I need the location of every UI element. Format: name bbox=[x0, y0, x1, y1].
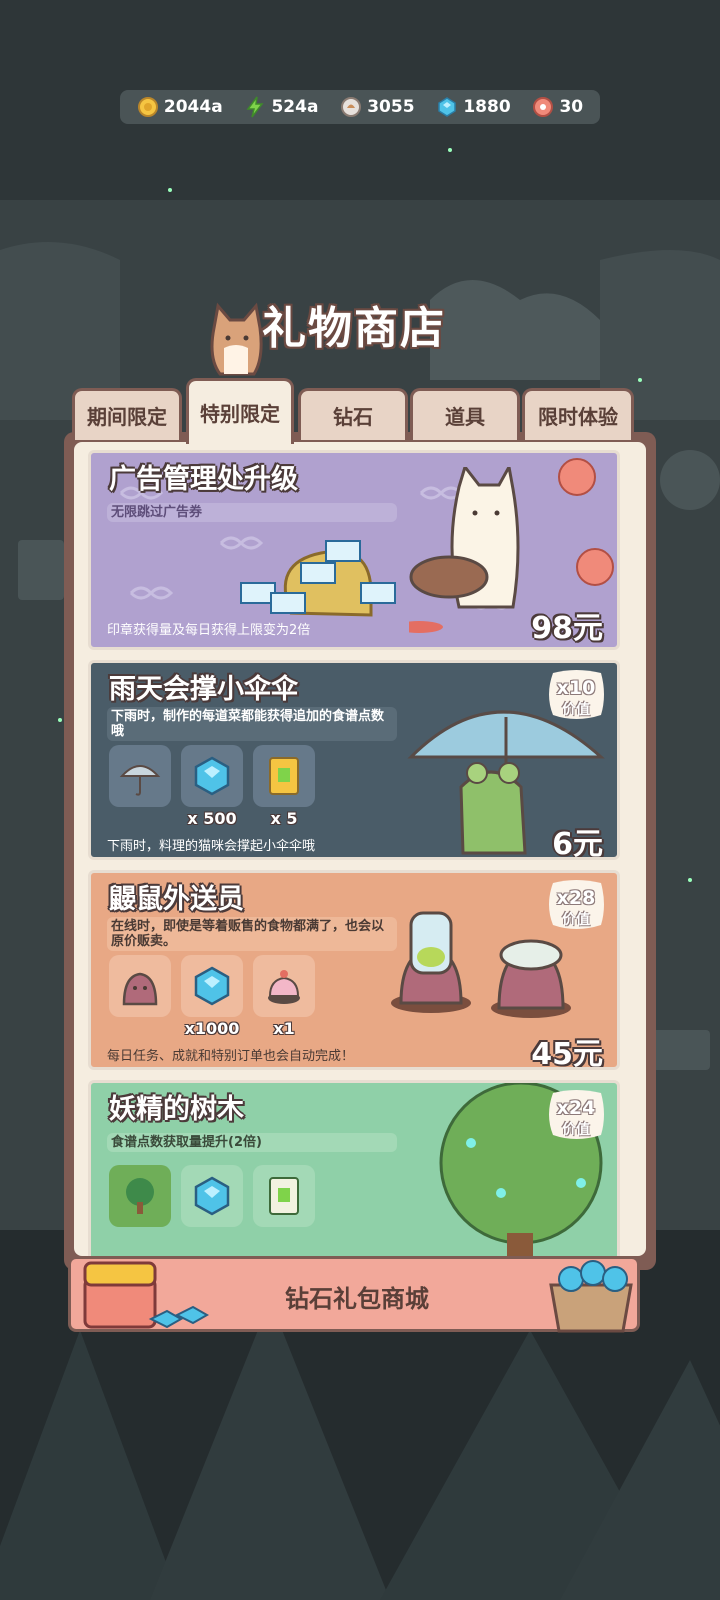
resource-recipe[interactable]: 3055 bbox=[340, 96, 415, 118]
shop-title: 礼物商店 bbox=[262, 303, 446, 354]
badge-label: 价值 bbox=[562, 912, 590, 928]
white-cat-stamp-icon bbox=[409, 467, 520, 633]
recipe-point-icon bbox=[341, 97, 362, 117]
value-badge: x10 价值 bbox=[545, 669, 607, 723]
tab-time-limited-trial[interactable]: 限时体验 bbox=[522, 388, 634, 440]
item-slot[interactable] bbox=[253, 955, 315, 1017]
card-footer: 每日任务、成就和特别订单也会自动完成！ bbox=[107, 1049, 355, 1064]
tree-icon bbox=[126, 1178, 154, 1214]
tab-diamonds[interactable]: 钻石 bbox=[298, 388, 408, 440]
resource-gold[interactable]: 2044a bbox=[137, 96, 223, 118]
item-quantity: x 5 bbox=[270, 809, 298, 828]
mall-label: 钻石礼包商城 bbox=[285, 1285, 429, 1313]
badge-value: x24 bbox=[556, 1097, 596, 1119]
diamond-icon bbox=[194, 1176, 230, 1216]
gold-ticket-icon bbox=[269, 757, 299, 795]
price-label[interactable]: 45元 bbox=[531, 1029, 603, 1067]
item-slot[interactable] bbox=[181, 745, 243, 807]
diamond-bundle-mall-button[interactable]: 钻石礼包商城 bbox=[68, 1256, 640, 1333]
cat-mascot-icon bbox=[210, 302, 263, 376]
cookie-value: 30 bbox=[559, 97, 584, 117]
card-description: 无限跳过广告券 bbox=[107, 503, 397, 522]
card-title: 鼹鼠外送员 bbox=[109, 884, 244, 915]
diamond-icon bbox=[194, 756, 230, 796]
tab-special-limited[interactable]: 特别限定 bbox=[186, 378, 294, 444]
item-slot[interactable] bbox=[253, 745, 315, 807]
card-mole-delivery[interactable]: 鼹鼠外送员 在线时，即使是等着贩售的食物都满了，也会以原价贩卖。 x28 价值 … bbox=[88, 870, 620, 1070]
card-description: 在线时，即使是等着贩售的食物都满了，也会以原价贩卖。 bbox=[107, 917, 397, 951]
badge-label: 价值 bbox=[562, 1122, 590, 1138]
cookie-ticket-icon bbox=[533, 97, 554, 117]
gold-value: 2044a bbox=[163, 97, 223, 117]
item-slot[interactable] bbox=[181, 955, 243, 1017]
tab-period-limited[interactable]: 期间限定 bbox=[72, 388, 182, 440]
item-slot[interactable] bbox=[109, 745, 171, 807]
resource-bar: 2044a 524a 3055 1880 30 bbox=[120, 90, 600, 124]
green-ticket-icon bbox=[269, 1177, 299, 1215]
card-ad-upgrade[interactable]: 广告管理处升级 无限跳过广告券 印章获得量及每日获得上限变为2倍 98元 bbox=[88, 450, 620, 650]
resource-diamond[interactable]: 1880 bbox=[436, 96, 511, 118]
card-footer: 下雨时，料理的猫咪会撑起小伞伞哦 bbox=[107, 839, 316, 854]
item-slot[interactable] bbox=[109, 1165, 171, 1227]
cake-icon bbox=[268, 970, 300, 1004]
tab-items[interactable]: 道具 bbox=[410, 388, 520, 440]
price-label[interactable]: 98元 bbox=[531, 603, 603, 647]
recipe-value: 3055 bbox=[367, 97, 415, 117]
item-slot[interactable] bbox=[253, 1165, 315, 1227]
item-quantity: x 500 bbox=[187, 809, 237, 828]
item-quantity: x1000 bbox=[184, 1019, 240, 1038]
diamond-icon bbox=[438, 97, 457, 117]
resource-energy[interactable]: 524a bbox=[244, 96, 318, 118]
item-slot[interactable] bbox=[109, 955, 171, 1017]
card-title: 妖精的树木 bbox=[109, 1094, 244, 1125]
item-slot[interactable] bbox=[181, 1165, 243, 1227]
shop-card-list[interactable]: 广告管理处升级 无限跳过广告券 印章获得量及每日获得上限变为2倍 98元 雨天会… bbox=[74, 442, 646, 1256]
badge-label: 价值 bbox=[562, 702, 590, 718]
card-title: 雨天会撑小伞伞 bbox=[109, 674, 298, 705]
diamond-value: 1880 bbox=[463, 97, 511, 117]
badge-value: x28 bbox=[556, 887, 596, 909]
card-description: 食谱点数获取量提升(2倍) bbox=[107, 1133, 397, 1152]
energy-bolt-icon bbox=[246, 96, 264, 118]
card-title: 广告管理处升级 bbox=[109, 464, 298, 495]
ad-ticket-bag-icon bbox=[240, 540, 396, 617]
card-rainy-umbrella[interactable]: 雨天会撑小伞伞 下雨时，制作的每道菜都能获得追加的食谱点数哦 x10 价值 x … bbox=[88, 660, 620, 860]
energy-value: 524a bbox=[271, 97, 319, 117]
card-fairy-tree[interactable]: 妖精的树木 食谱点数获取量提升(2倍) x24 价值 bbox=[88, 1080, 620, 1256]
card-description: 下雨时，制作的每道菜都能获得追加的食谱点数哦 bbox=[107, 707, 397, 741]
resource-cookie[interactable]: 30 bbox=[532, 96, 583, 118]
diamond-icon bbox=[194, 966, 230, 1006]
mole-icon bbox=[122, 972, 158, 1006]
badge-value: x10 bbox=[556, 677, 596, 699]
item-quantity: x1 bbox=[273, 1019, 295, 1038]
price-label[interactable]: 6元 bbox=[552, 819, 603, 857]
card-footer: 印章获得量及每日获得上限变为2倍 bbox=[107, 623, 311, 638]
value-badge: x28 价值 bbox=[545, 879, 607, 933]
paw-stamp-icon bbox=[558, 458, 614, 586]
gold-coin-icon bbox=[137, 97, 158, 117]
umbrella-icon bbox=[119, 765, 161, 796]
value-badge: x24 价值 bbox=[545, 1089, 607, 1143]
